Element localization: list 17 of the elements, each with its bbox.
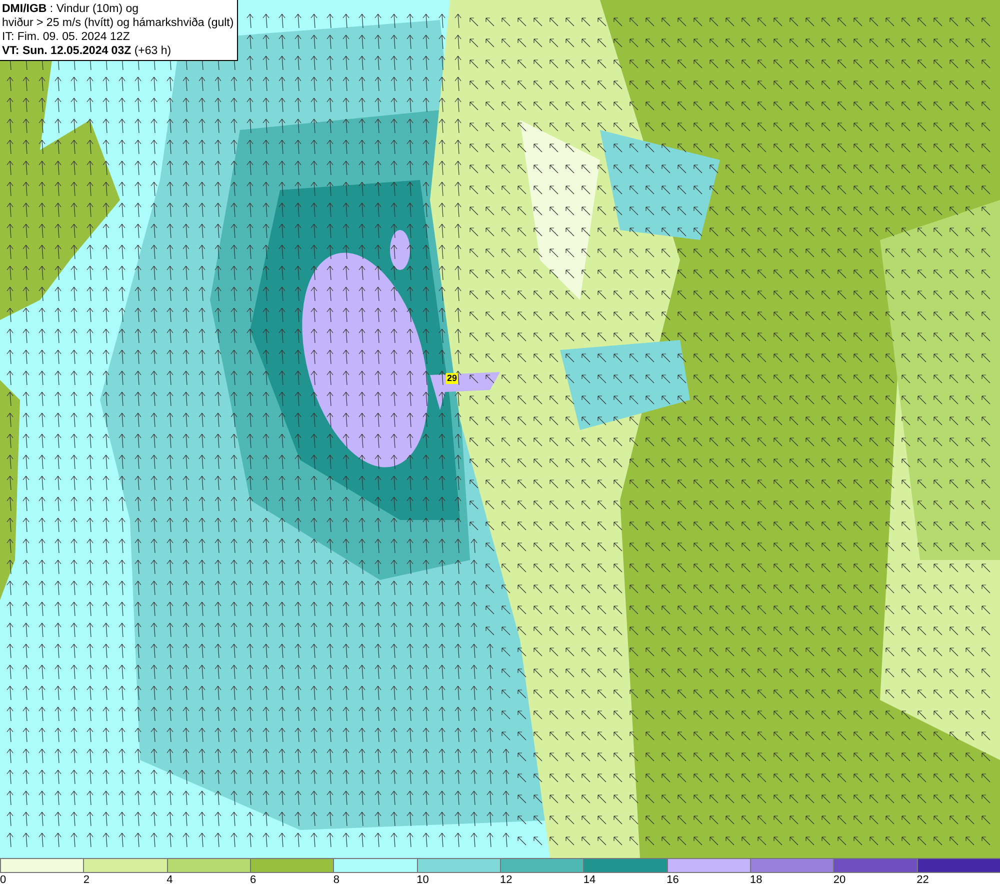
legend-tick-label: 20 <box>833 873 846 887</box>
header-text: DMI/IGB : Vindur (10m) og <box>2 2 140 16</box>
legend-tick-label: 10 <box>416 873 429 887</box>
legend-tick-label: 16 <box>666 873 679 887</box>
header-text: VT: Sun. 12.05.2024 03Z (+63 h) <box>2 44 172 58</box>
legend-tick-label: 0 <box>0 873 6 887</box>
legend-tick-label: 6 <box>250 873 256 887</box>
legend-tick-label: 12 <box>500 873 512 887</box>
header-text: IT: Fim. 09. 05. 2024 12Z <box>2 30 131 44</box>
legend-tick-label: 2 <box>83 873 90 887</box>
gust-label: 29 <box>446 373 458 384</box>
legend-tick-label: 8 <box>333 873 340 887</box>
legend-tick-label: 4 <box>166 873 173 887</box>
legend-tick-label: 22 <box>916 873 929 887</box>
legend-tick-label: 14 <box>583 873 596 887</box>
header-text: hviður > 25 m/s (hvítt) og hámarkshviða (gult) <box>2 16 234 30</box>
legend-tick-label: 18 <box>750 873 762 887</box>
